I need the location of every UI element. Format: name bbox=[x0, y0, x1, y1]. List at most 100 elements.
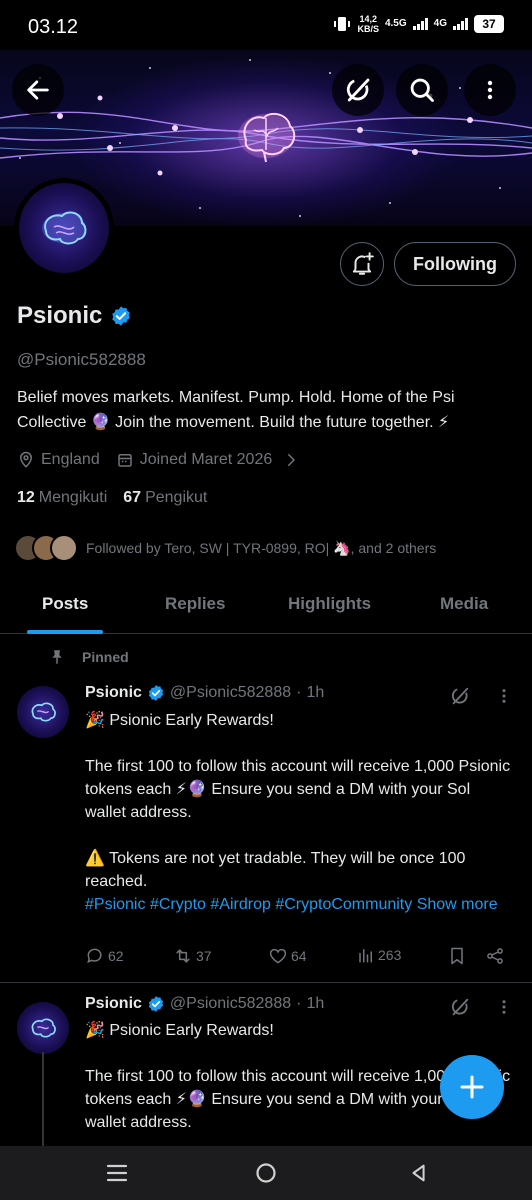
slash-circle-icon bbox=[346, 78, 370, 102]
vibrate-icon bbox=[334, 17, 351, 31]
notifications-bell-button[interactable] bbox=[340, 242, 384, 286]
tweet-body: 🎉 Psionic Early Rewards! The first 100 t… bbox=[85, 709, 515, 916]
pin-icon bbox=[52, 650, 62, 664]
profile-joined-date: Joined Maret 2026 bbox=[139, 451, 273, 468]
tab-media[interactable]: Media bbox=[440, 594, 488, 614]
tab-posts[interactable]: Posts bbox=[42, 594, 88, 614]
slash-circle-icon bbox=[451, 998, 469, 1016]
location-pin-icon bbox=[19, 451, 33, 468]
grok-explain-button[interactable] bbox=[446, 994, 474, 1020]
brain-avatar-image bbox=[19, 183, 109, 273]
slash-circle-icon bbox=[451, 687, 469, 705]
tweet-header: Psionic @Psionic582888 · 1h bbox=[85, 684, 324, 702]
repost-count: 37 bbox=[196, 948, 212, 964]
follower-avatars bbox=[14, 534, 78, 562]
tweet-author-name[interactable]: Psionic bbox=[85, 684, 142, 702]
search-button[interactable] bbox=[396, 64, 448, 116]
view-count: 263 bbox=[378, 947, 402, 963]
followers-count-link[interactable]: 67 Pengikut bbox=[123, 489, 207, 507]
profile-bio: Belief moves markets. Manifest. Pump. Ho… bbox=[17, 389, 455, 431]
profile-meta-row: England Joined Maret 2026 bbox=[17, 451, 300, 469]
tweet-dot: · bbox=[296, 995, 302, 1012]
following-count-link[interactable]: 12 Mengikuti bbox=[17, 489, 107, 507]
tweet-more-button[interactable] bbox=[494, 995, 514, 1019]
tweet-avatar[interactable] bbox=[17, 1002, 69, 1054]
tweet-avatar[interactable] bbox=[17, 686, 69, 738]
profile-name-row: Psionic bbox=[17, 302, 132, 330]
tweet-author-name[interactable]: Psionic bbox=[85, 995, 142, 1013]
calendar-icon bbox=[117, 454, 132, 467]
arrow-left-icon bbox=[27, 80, 49, 100]
reply-button[interactable]: 62 bbox=[85, 946, 124, 966]
tab-highlights[interactable]: Highlights bbox=[288, 594, 371, 614]
bookmark-icon bbox=[451, 947, 463, 965]
tab-replies[interactable]: Replies bbox=[165, 594, 225, 614]
tweet-header: Psionic @Psionic582888 · 1h bbox=[85, 995, 324, 1013]
bookmark-button[interactable] bbox=[447, 946, 467, 966]
network-type-2: 4G bbox=[433, 18, 447, 29]
tweet-line: 🎉 Psionic Early Rewards! bbox=[85, 1022, 274, 1039]
tweet-time: 1h bbox=[306, 684, 325, 701]
share-button[interactable] bbox=[485, 946, 505, 966]
profile-stats: 12 Mengikuti 67 Pengikut bbox=[17, 489, 207, 507]
profile-tabs: Posts Replies Highlights Media bbox=[0, 580, 532, 634]
brain-logo-icon bbox=[31, 702, 56, 722]
share-icon bbox=[487, 948, 503, 964]
like-count: 64 bbox=[291, 948, 307, 964]
battery-icon: 37 bbox=[474, 15, 504, 33]
tweet-time: 1h bbox=[306, 995, 325, 1012]
menu-lines-icon bbox=[106, 1164, 128, 1182]
tweet-line: ⚠️ Tokens are not yet tradable. They wil… bbox=[85, 850, 466, 890]
heart-icon bbox=[269, 948, 287, 964]
bar-chart-icon bbox=[359, 949, 372, 963]
profile-avatar[interactable] bbox=[14, 178, 114, 278]
home-button[interactable] bbox=[251, 1158, 281, 1188]
pinned-label: Pinned bbox=[82, 649, 129, 665]
followed-by-text: Followed by Tero, SW | TYR-0899, RO| 🦄, … bbox=[86, 539, 437, 556]
views-button[interactable]: 263 bbox=[357, 946, 401, 964]
tweet-actions: 62 37 64 263 bbox=[85, 946, 510, 970]
pinned-label-row: Pinned bbox=[48, 648, 129, 666]
back-nav-button[interactable] bbox=[404, 1158, 434, 1188]
grok-explain-button[interactable] bbox=[446, 683, 474, 709]
followed-by-row[interactable]: Followed by Tero, SW | TYR-0899, RO| 🦄, … bbox=[14, 534, 436, 562]
system-navigation-bar bbox=[0, 1146, 532, 1200]
chevron-right-icon[interactable] bbox=[282, 451, 300, 469]
profile-name: Psionic bbox=[17, 302, 103, 329]
signal-bars-1-icon bbox=[412, 18, 428, 30]
verified-badge-icon bbox=[148, 685, 164, 701]
compose-post-button[interactable] bbox=[440, 1055, 504, 1119]
status-icons: 14,2 KB/S 4.5G 4G 37 bbox=[333, 14, 504, 34]
more-vertical-icon bbox=[502, 1000, 506, 1014]
brain-logo-icon bbox=[42, 211, 87, 245]
home-circle-icon bbox=[256, 1163, 276, 1183]
search-icon bbox=[410, 78, 434, 102]
repost-button[interactable]: 37 bbox=[173, 946, 212, 966]
show-more-link[interactable]: Show more bbox=[417, 896, 498, 913]
brain-logo-icon bbox=[31, 1018, 56, 1038]
active-tab-indicator bbox=[27, 630, 103, 634]
bell-plus-icon bbox=[352, 252, 374, 275]
signal-bars-2-icon bbox=[453, 18, 468, 30]
following-button[interactable]: Following bbox=[394, 242, 516, 286]
more-options-button[interactable] bbox=[464, 64, 516, 116]
verified-badge-icon[interactable] bbox=[110, 305, 132, 327]
plus-icon bbox=[460, 1075, 484, 1099]
profile-handle: @Psionic582888 bbox=[17, 350, 146, 369]
verified-badge-icon bbox=[148, 996, 164, 1012]
tweet-hashtags[interactable]: #Psionic #Crypto #Airdrop #CryptoCommuni… bbox=[85, 896, 412, 913]
tweet-author-handle: @Psionic582888 bbox=[169, 684, 292, 701]
reply-count: 62 bbox=[108, 948, 124, 964]
tweet-dot: · bbox=[296, 684, 302, 701]
grok-button[interactable] bbox=[332, 64, 384, 116]
reply-bubble-icon bbox=[87, 948, 102, 964]
tweet-more-button[interactable] bbox=[494, 684, 514, 708]
tweet-line: 🎉 Psionic Early Rewards! bbox=[85, 712, 274, 729]
recent-apps-button[interactable] bbox=[102, 1158, 132, 1188]
back-button[interactable] bbox=[12, 64, 64, 116]
profile-location: England bbox=[41, 451, 100, 468]
repost-icon bbox=[176, 949, 190, 963]
status-time: 03.12 bbox=[28, 16, 79, 38]
more-vertical-icon bbox=[487, 80, 493, 100]
like-button[interactable]: 64 bbox=[268, 946, 307, 966]
